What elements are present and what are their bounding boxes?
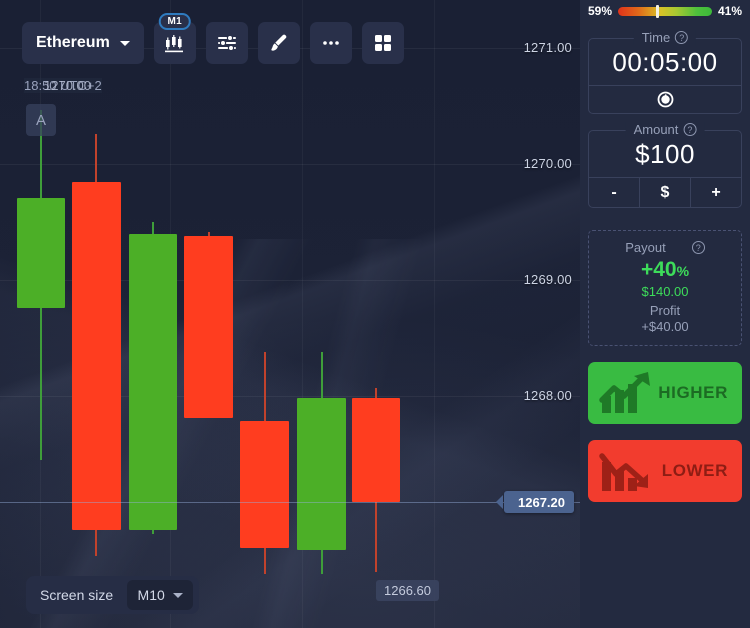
payout-amount: $140.00: [641, 284, 689, 299]
current-price-badge: 1267.20: [496, 491, 574, 513]
amount-currency-button[interactable]: $: [639, 178, 690, 207]
price-axis-label: 1268.00: [523, 388, 572, 403]
chevron-down-icon: [172, 592, 183, 598]
asset-selector-button[interactable]: Ethereum: [22, 22, 144, 64]
time-legend: Time ?: [633, 30, 697, 45]
payout-percent: +40%: [595, 258, 735, 282]
price-axis-label: 1270.00: [523, 156, 572, 171]
payout-header: Payout ?: [595, 240, 735, 255]
sentiment-sell-percent: 59%: [588, 4, 613, 18]
trend-down-icon: [599, 453, 648, 491]
ellipsis-icon: [322, 41, 339, 45]
time-mode-button[interactable]: [589, 85, 741, 113]
amount-label: Amount: [633, 122, 679, 137]
amount-field-box[interactable]: $100 - $ +: [588, 130, 742, 208]
session-marker-a: A: [26, 104, 56, 136]
current-price-line: [0, 502, 580, 503]
screen-size-label: Screen size: [40, 587, 114, 603]
payout-percent-value: +40: [640, 258, 677, 281]
brush-icon: [271, 34, 287, 51]
amount-increase-button[interactable]: +: [690, 178, 741, 207]
indicators-button[interactable]: [205, 22, 248, 64]
profit-amount: +$40.00: [641, 319, 689, 334]
chart-toolbar: Ethereum M1: [22, 13, 404, 64]
candlestick-icon: [164, 35, 183, 53]
lower-label: LOWER: [661, 461, 728, 480]
asset-name: Ethereum: [36, 34, 110, 51]
payout-percent-symbol: %: [676, 263, 690, 279]
drawing-tools-button[interactable]: [257, 22, 300, 64]
sentiment-buy-percent: 41%: [717, 4, 742, 18]
timeframe-select[interactable]: M10: [127, 580, 194, 610]
amount-legend: Amount ?: [625, 122, 705, 137]
time-value[interactable]: 00:05:00: [589, 39, 741, 85]
chart-area[interactable]: 1271.00 1270.00 1269.00 1268.00 1267.00: [0, 0, 580, 628]
market-sentiment-bar: 59% 41%: [588, 0, 742, 22]
time-field-box[interactable]: 00:05:00: [588, 38, 742, 114]
amount-stepper: - $ +: [589, 177, 741, 207]
sliders-icon: [217, 34, 236, 52]
payout-box: Payout ? +40% $140.00 Profit +$40.00: [588, 230, 742, 346]
more-options-button[interactable]: [309, 22, 352, 64]
trade-panel: 59% 41% Time ? 00:05:00 Amount ? $100 - …: [580, 0, 750, 628]
price-axis-label: 1271.00: [523, 40, 572, 55]
trading-platform: 1271.00 1270.00 1269.00 1268.00 1267.00: [0, 0, 750, 628]
clock-icon: [657, 91, 673, 108]
help-icon[interactable]: ?: [691, 241, 705, 254]
help-icon[interactable]: ?: [675, 31, 689, 44]
screen-size-control: Screen size M10: [26, 576, 200, 614]
grid-icon: [374, 35, 391, 51]
gridline-vertical: [434, 0, 435, 628]
amount-value[interactable]: $100: [589, 131, 741, 177]
gridline-horizontal: [0, 164, 580, 165]
low-price-label: 1266.60: [376, 580, 439, 601]
higher-button[interactable]: HIGHER: [588, 362, 742, 424]
sentiment-marker: [655, 4, 659, 18]
price-axis-label: 1269.00: [523, 272, 572, 287]
trend-up-icon: [599, 372, 650, 413]
timeframe-value: M10: [137, 587, 165, 603]
layout-button[interactable]: [361, 22, 404, 64]
amount-decrease-button[interactable]: -: [589, 178, 639, 207]
time-field-group: Time ? 00:05:00: [588, 30, 742, 114]
higher-label: HIGHER: [658, 383, 728, 402]
time-label: Time: [641, 30, 671, 45]
sentiment-gauge: [618, 4, 712, 18]
profit-label: Profit: [649, 303, 681, 318]
chart-type-button[interactable]: M1: [153, 13, 196, 64]
amount-field-group: Amount ? $100 - $ +: [588, 122, 742, 208]
lower-button[interactable]: LOWER: [588, 440, 742, 502]
timeframe-badge: M1: [158, 13, 192, 30]
help-icon[interactable]: ?: [683, 123, 697, 136]
chart-overlap-price-label: 1270.00: [44, 78, 91, 93]
payout-label: Payout: [625, 240, 666, 255]
chevron-down-icon: [119, 40, 130, 46]
